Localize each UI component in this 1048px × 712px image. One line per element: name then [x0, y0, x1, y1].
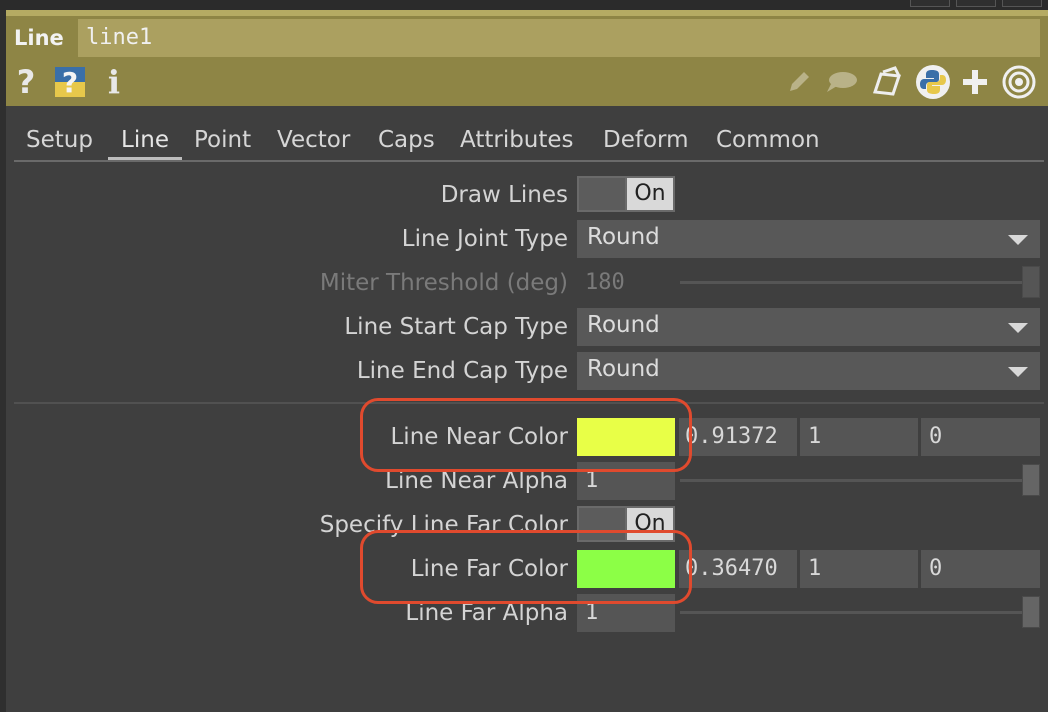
line-far-color-b-value: 0: [929, 556, 943, 581]
pencil-icon[interactable]: [784, 64, 814, 100]
chevron-down-icon: [1008, 235, 1028, 245]
plus-icon[interactable]: [960, 64, 990, 100]
line-joint-type-value: Round: [587, 224, 660, 250]
line-near-color-g-field[interactable]: 1: [800, 418, 918, 456]
tab-caps[interactable]: Caps: [378, 124, 435, 160]
line-end-cap-type-value: Round: [587, 356, 660, 382]
tab-vector[interactable]: Vector: [277, 124, 350, 160]
operator-name-value: line1: [86, 25, 153, 50]
line-far-color-g-field[interactable]: 1: [800, 550, 918, 588]
python-icon[interactable]: [914, 64, 952, 100]
tab-deform[interactable]: Deform: [603, 124, 689, 160]
line-start-cap-type-menu[interactable]: Round: [577, 308, 1040, 346]
line-far-color-r-field[interactable]: 0.36470: [679, 550, 797, 588]
chevron-down-icon: [1008, 323, 1028, 333]
line-near-alpha-slider-handle[interactable]: [1022, 464, 1040, 496]
line-near-color-r-value: 0.91372: [685, 424, 778, 449]
line-end-cap-type-label: Line End Cap Type: [356, 358, 568, 384]
line-near-color-b-field[interactable]: 0: [921, 418, 1040, 456]
line-start-cap-type-label: Line Start Cap Type: [344, 314, 568, 340]
comment-icon[interactable]: [822, 64, 860, 100]
clone-icon[interactable]: [868, 64, 906, 100]
info-icon[interactable]: i: [104, 63, 124, 101]
line-end-cap-type-menu[interactable]: Round: [577, 352, 1040, 390]
operator-name-field[interactable]: line1: [78, 19, 1040, 57]
operator-type-label: Line: [14, 26, 64, 50]
tab-setup[interactable]: Setup: [26, 124, 93, 160]
line-near-color-r-field[interactable]: 0.91372: [679, 418, 797, 456]
line-far-alpha-slider-track[interactable]: [680, 611, 1030, 614]
line-start-cap-type-value: Round: [587, 312, 660, 338]
toggle-on-part: On: [627, 178, 673, 210]
viewer-icon[interactable]: [1000, 64, 1038, 100]
tab-point[interactable]: Point: [194, 124, 251, 160]
miter-threshold-slider-track[interactable]: [680, 281, 1030, 284]
window-top-strip: [0, 0, 1048, 10]
svg-text:?: ?: [62, 66, 78, 99]
tab-line[interactable]: Line: [108, 124, 182, 160]
help-icon[interactable]: ?: [14, 63, 38, 101]
far-color-highlight-annotation: [360, 530, 692, 604]
near-color-highlight-annotation: [360, 398, 692, 472]
line-far-color-r-value: 0.36470: [685, 556, 778, 581]
tab-attributes[interactable]: Attributes: [460, 124, 574, 160]
line-joint-type-menu[interactable]: Round: [577, 220, 1040, 258]
toggle-off-part: [579, 178, 625, 210]
window-button-2[interactable]: [956, 0, 996, 7]
window-button-3[interactable]: [1002, 0, 1042, 7]
miter-threshold-label: Miter Threshold (deg): [319, 270, 568, 296]
line-far-color-g-value: 1: [808, 556, 822, 581]
line-joint-type-label: Line Joint Type: [401, 226, 568, 252]
line-near-color-b-value: 0: [929, 424, 943, 449]
chevron-down-icon: [1008, 367, 1028, 377]
tab-common[interactable]: Common: [716, 124, 820, 160]
miter-threshold-value: 180: [585, 270, 625, 295]
window-button-1[interactable]: [910, 0, 950, 7]
miter-threshold-slider-handle[interactable]: [1022, 266, 1040, 298]
draw-lines-label: Draw Lines: [440, 182, 568, 208]
tab-bar: Setup Line Point Vector Caps Attributes …: [14, 124, 1044, 162]
line-far-color-b-field[interactable]: 0: [921, 550, 1040, 588]
line-near-alpha-slider-track[interactable]: [680, 479, 1030, 482]
python-help-icon[interactable]: ?: [50, 64, 90, 100]
miter-threshold-field[interactable]: 180: [577, 264, 675, 302]
draw-lines-toggle[interactable]: On: [577, 176, 675, 212]
line-near-color-g-value: 1: [808, 424, 822, 449]
line-far-alpha-slider-handle[interactable]: [1022, 596, 1040, 628]
